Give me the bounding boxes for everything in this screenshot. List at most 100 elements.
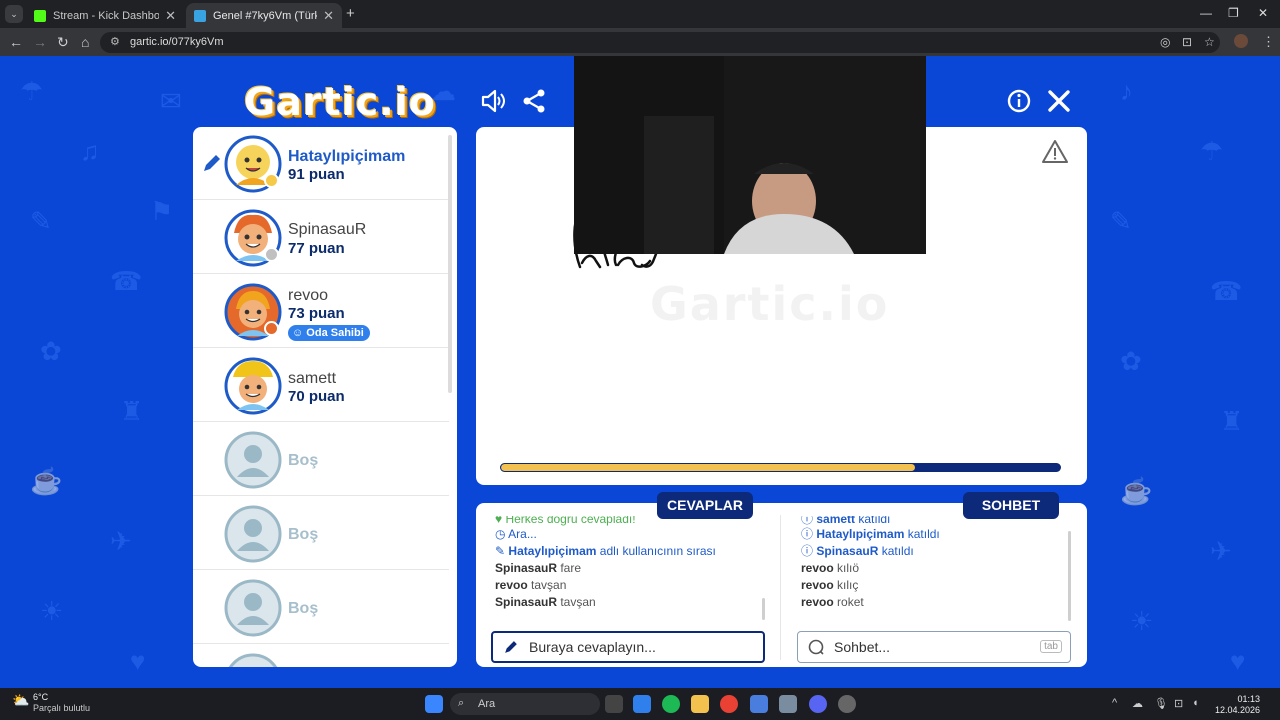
chat-user: revoo [801,595,834,609]
player-row[interactable]: samett 70 puan [193,349,449,422]
answer-item: revoo tavşan [495,577,765,594]
taskbar-search[interactable]: ⌕ Ara [450,693,600,715]
answer-input[interactable]: Buraya cevaplayın... [491,631,765,663]
webcam-feed [574,56,926,254]
answer-item: ♥ Herkes doğru cevapladı! [495,516,765,526]
chat-item: revoo kılıç [801,577,1061,594]
answer-text: Herkes doğru cevapladı! [505,516,636,526]
answers-scrollbar[interactable] [762,598,765,620]
answer-item: ◷ Ara... [495,526,765,543]
player-name: samett [288,370,337,387]
back-icon[interactable]: ← [9,34,23,50]
status-dot [264,247,279,262]
clock[interactable]: 01:13 12.04.2026 [1212,694,1260,716]
reload-icon[interactable]: ↻ [57,34,69,50]
chat-user: samett [816,516,856,526]
tab-gartic[interactable]: Genel #7ky6Vm (Türkçe) - Gartic ✕ [186,3,342,28]
minimize-icon[interactable]: — [1200,6,1212,20]
gartic-logo: Gartic.io [244,80,436,124]
profile-avatar[interactable] [1234,34,1248,48]
share-icon[interactable] [521,88,547,114]
mail-icon[interactable] [750,695,768,713]
tab-search-button[interactable]: ⌄ [5,5,23,23]
empty-slot [193,645,449,667]
answer-placeholder: Buraya cevaplayın... [529,639,656,655]
close-icon[interactable] [1046,88,1072,114]
answer-user: SpinasauR [495,561,558,575]
mic-icon[interactable]: 🎙 [1154,697,1168,710]
chat-user: Hataylıpiçimam [816,527,905,541]
windows-start-icon[interactable] [425,695,443,713]
tab-title: Genel #7ky6Vm (Türkçe) - Gartic [213,9,317,22]
player-points: 77 puan [288,240,345,257]
timer-fill [501,464,915,471]
chat-item: revoo roket [801,594,1061,611]
players-scrollbar[interactable] [448,135,452,393]
answer-text: fare [557,561,582,575]
players-panel: Hataylıpiçimam 91 puan SpinasauR 77 puan [193,127,457,667]
player-row[interactable]: revoo 73 puan ☺ Oda Sahibi [193,275,449,348]
chat-item: revoo kılıö [801,560,1061,577]
empty-slot-label: Boş [288,526,319,543]
discord-icon[interactable] [809,695,827,713]
player-row[interactable]: SpinasauR 77 puan [193,201,449,274]
browser-tab-bar: ⌄ Stream - Kick Dashboard ✕ Genel #7ky6V… [0,0,1280,28]
bookmark-star-icon[interactable]: ☆ [1204,35,1215,49]
chat-list: ⓘ samett katıldı ⓘ Hataylıpiçimam katıld… [801,516,1061,622]
sound-icon[interactable] [480,88,506,114]
settings-icon[interactable] [838,695,856,713]
answers-title: CEVAPLAR [657,492,753,519]
close-tab-icon[interactable]: ✕ [165,8,176,24]
webcam-overlay [574,56,926,254]
answer-text: adlı kullanıcının sırası [596,544,716,558]
panel-divider [780,515,781,660]
player-points: 91 puan [288,166,345,183]
tab-kick-dashboard[interactable]: Stream - Kick Dashboard ✕ [26,3,184,28]
round-timer-bar [500,463,1061,472]
gartic-watermark: Gartic.io [650,277,890,331]
empty-avatar [228,653,278,667]
answer-user: Hataylıpiçimam [508,544,597,558]
omnibox[interactable]: ⚙ gartic.io/077ky6Vm ◎ ⊡ ☆ [100,32,1220,53]
home-icon[interactable]: ⌂ [81,34,89,50]
store-icon[interactable] [633,695,651,713]
tray-expand-icon[interactable]: ^ [1112,697,1117,709]
weather-widget[interactable]: ⛅ 6°C Parçalı bulutlu [12,692,90,714]
chat-text: kılıç [833,578,859,592]
info-icon[interactable] [1006,88,1032,114]
chat-item: ⓘ SpinasauR katıldı [801,543,1061,560]
forward-icon[interactable]: → [33,34,47,50]
close-tab-icon[interactable]: ✕ [323,8,334,24]
onedrive-icon[interactable]: ☁ [1132,697,1143,710]
player-name: SpinasauR [288,221,367,238]
app-icon[interactable] [779,695,797,713]
pencil-icon: ✎ [495,544,506,558]
chat-input[interactable]: Sohbet... tab [797,631,1071,663]
install-icon[interactable]: ⊡ [1182,35,1192,49]
empty-slot: Boş [193,571,449,644]
task-view-icon[interactable] [605,695,623,713]
player-row[interactable]: Hataylıpiçimam 91 puan [193,127,449,200]
network-icon[interactable]: ⊡ [1174,697,1183,710]
maximize-icon[interactable]: ❐ [1228,6,1239,20]
date: 12.04.2026 [1214,705,1260,715]
eye-off-icon[interactable]: ◎ [1160,35,1170,49]
clock-icon: ◷ [495,527,506,541]
site-info-icon[interactable]: ⚙ [110,35,120,48]
volume-icon[interactable]: ◖ [1192,697,1199,709]
spotify-icon[interactable] [662,695,680,713]
room-owner-badge: ☺ Oda Sahibi [288,325,370,341]
answer-user: SpinasauR [495,595,558,609]
file-explorer-icon[interactable] [691,695,709,713]
chat-scrollbar[interactable] [1068,531,1071,621]
avatar [224,357,282,415]
new-tab-button[interactable]: + [346,5,355,22]
answer-item: SpinasauR tavşan [495,594,765,611]
close-window-icon[interactable]: ✕ [1258,6,1268,20]
chrome-icon[interactable] [720,695,738,713]
chat-text: roket [833,595,864,609]
menu-kebab-icon[interactable]: ⋮ [1262,34,1275,50]
report-warning-icon[interactable] [1042,139,1068,165]
status-dot [264,173,279,188]
empty-slot: Boş [193,423,449,496]
